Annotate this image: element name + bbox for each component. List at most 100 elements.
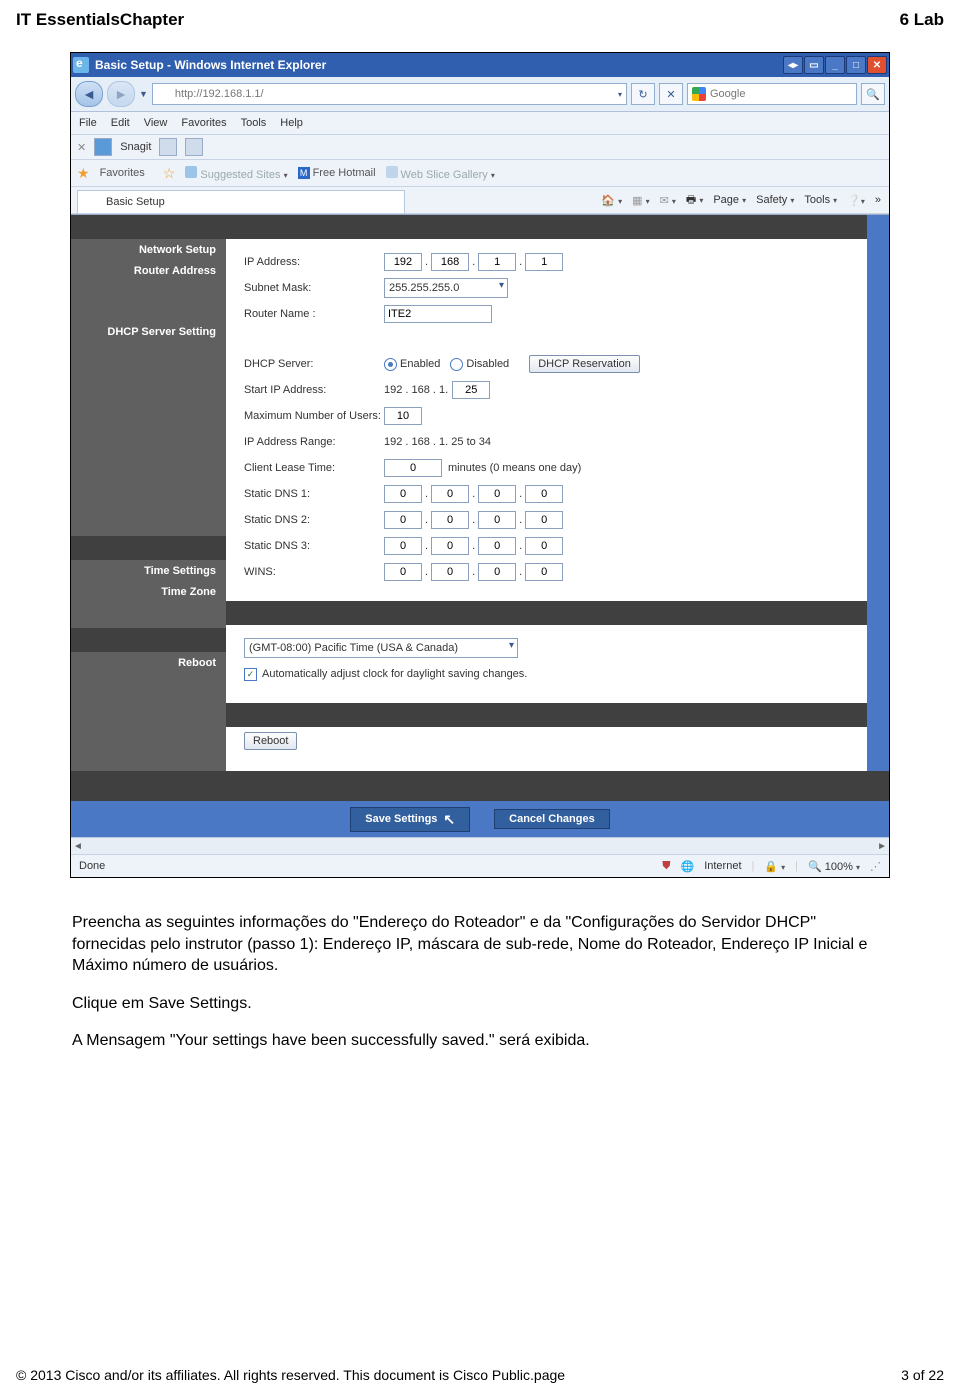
forward-button[interactable]: ►: [107, 81, 135, 107]
back-button[interactable]: ◄: [75, 81, 103, 107]
snagit-label[interactable]: Snagit: [120, 141, 151, 153]
dns3-d[interactable]: [525, 537, 563, 555]
google-icon: [692, 87, 706, 101]
feed-icon[interactable]: ▦ ▾: [632, 194, 649, 207]
dhcp-reservation-button[interactable]: DHCP Reservation: [529, 355, 640, 373]
page-menu[interactable]: Page ▾: [713, 194, 746, 206]
dns3-a[interactable]: [384, 537, 422, 555]
win-btn-a[interactable]: ◂▸: [783, 56, 803, 74]
ip-octet-1[interactable]: [384, 253, 422, 271]
protected-icon[interactable]: 🔒 ▾: [764, 860, 785, 873]
window-titlebar: Basic Setup - Windows Internet Explorer …: [71, 53, 889, 77]
dst-checkbox[interactable]: ✓: [244, 668, 257, 681]
address-bar[interactable]: http://192.168.1.1/ ▾: [152, 83, 627, 105]
toolbar-icon-a[interactable]: [159, 138, 177, 156]
browser-tab[interactable]: Basic Setup: [77, 190, 405, 213]
dns3-label: Static DNS 3:: [244, 540, 384, 552]
router-sidebar: Network Setup Router Address DHCP Server…: [71, 215, 226, 771]
dns2-c[interactable]: [478, 511, 516, 529]
resize-grip-icon[interactable]: ⋰: [870, 860, 881, 873]
start-ip-label: Start IP Address:: [244, 384, 384, 396]
section-dhcp: DHCP Server Setting: [71, 321, 226, 536]
maximize-button[interactable]: □: [846, 56, 866, 74]
wins-d[interactable]: [525, 563, 563, 581]
ie-icon: [73, 57, 89, 73]
chevron-down-icon[interactable]: ▾: [618, 90, 622, 99]
doc-header-right: 6 Lab: [900, 10, 944, 30]
lease-input[interactable]: [384, 459, 442, 477]
menu-favorites[interactable]: Favorites: [181, 117, 226, 129]
timezone-select[interactable]: (GMT-08:00) Pacific Time (USA & Canada): [244, 638, 518, 658]
refresh-button[interactable]: ↻: [631, 83, 655, 105]
favorites-label[interactable]: Favorites: [100, 167, 145, 179]
home-icon[interactable]: 🏠 ▾: [601, 194, 622, 207]
stop-button[interactable]: ✕: [659, 83, 683, 105]
dns1-a[interactable]: [384, 485, 422, 503]
reboot-button[interactable]: Reboot: [244, 732, 297, 750]
ie-small-icon: [185, 166, 197, 178]
menu-tools[interactable]: Tools: [241, 117, 267, 129]
dns2-label: Static DNS 2:: [244, 514, 384, 526]
wins-b[interactable]: [431, 563, 469, 581]
dns3-b[interactable]: [431, 537, 469, 555]
window-title: Basic Setup - Windows Internet Explorer: [95, 58, 326, 72]
suggested-sites[interactable]: Suggested Sites: [200, 169, 280, 181]
tools-menu[interactable]: Tools ▾: [804, 194, 837, 206]
dns1-c[interactable]: [478, 485, 516, 503]
print-icon[interactable]: 🖶 ▾: [686, 191, 703, 210]
shield-icon: ⛊: [662, 860, 670, 873]
close-button[interactable]: ✕: [867, 56, 887, 74]
win-btn-b[interactable]: ▭: [804, 56, 824, 74]
footer-right: 3 of 22: [901, 1367, 944, 1383]
wins-label: WINS:: [244, 566, 384, 578]
wins-c[interactable]: [478, 563, 516, 581]
start-ip-input[interactable]: [452, 381, 490, 399]
dns1-d[interactable]: [525, 485, 563, 503]
body-p1: Preencha as seguintes informações do "En…: [72, 912, 888, 977]
section-router-address: Router Address: [71, 261, 226, 321]
search-box[interactable]: Google: [687, 83, 857, 105]
minimize-button[interactable]: _: [825, 56, 845, 74]
more-chevron[interactable]: »: [875, 194, 881, 206]
dns1-b[interactable]: [431, 485, 469, 503]
menu-help[interactable]: Help: [280, 117, 303, 129]
dns2-a[interactable]: [384, 511, 422, 529]
dropdown-icon[interactable]: ▼: [139, 89, 148, 99]
wins-a[interactable]: [384, 563, 422, 581]
toolbar-icon-b[interactable]: [185, 138, 203, 156]
max-users-input[interactable]: [384, 407, 422, 425]
free-hotmail[interactable]: Free Hotmail: [313, 167, 376, 179]
subnet-select[interactable]: 255.255.255.0: [384, 278, 508, 298]
star-icon[interactable]: ★: [77, 165, 90, 182]
help-icon[interactable]: ❔▾: [847, 194, 865, 207]
dhcp-enabled-radio[interactable]: Enabled: [384, 358, 440, 371]
hotmail-icon: M: [298, 167, 310, 179]
menu-file[interactable]: File: [79, 117, 97, 129]
ie-small-icon-2: [386, 166, 398, 178]
ip-octet-3[interactable]: [478, 253, 516, 271]
menu-edit[interactable]: Edit: [111, 117, 130, 129]
ip-label: IP Address:: [244, 256, 384, 268]
dhcp-disabled-radio[interactable]: Disabled: [450, 358, 509, 371]
dns2-b[interactable]: [431, 511, 469, 529]
zoom-icon[interactable]: 🔍 100% ▾: [808, 860, 860, 873]
safety-menu[interactable]: Safety ▾: [756, 194, 794, 206]
mail-icon[interactable]: ✉ ▾: [660, 194, 676, 207]
router-name-input[interactable]: [384, 305, 492, 323]
save-row: Save Settings↖ Cancel Changes: [71, 801, 889, 837]
ip-octet-4[interactable]: [525, 253, 563, 271]
body-p3: A Mensagem "Your settings have been succ…: [72, 1030, 888, 1052]
web-slice[interactable]: Web Slice Gallery: [401, 169, 488, 181]
doc-header-left: IT EssentialsChapter: [16, 10, 184, 30]
section-time: Time Settings: [71, 560, 226, 582]
search-button[interactable]: 🔍: [861, 83, 885, 105]
hscrollbar[interactable]: ◄►: [71, 837, 889, 854]
save-settings-button[interactable]: Save Settings↖: [350, 807, 470, 832]
dns3-c[interactable]: [478, 537, 516, 555]
cancel-changes-button[interactable]: Cancel Changes: [494, 809, 610, 829]
menu-view[interactable]: View: [144, 117, 168, 129]
close-icon[interactable]: ✕: [77, 141, 86, 154]
ip-octet-2[interactable]: [431, 253, 469, 271]
dns2-d[interactable]: [525, 511, 563, 529]
search-placeholder: Google: [710, 88, 745, 100]
